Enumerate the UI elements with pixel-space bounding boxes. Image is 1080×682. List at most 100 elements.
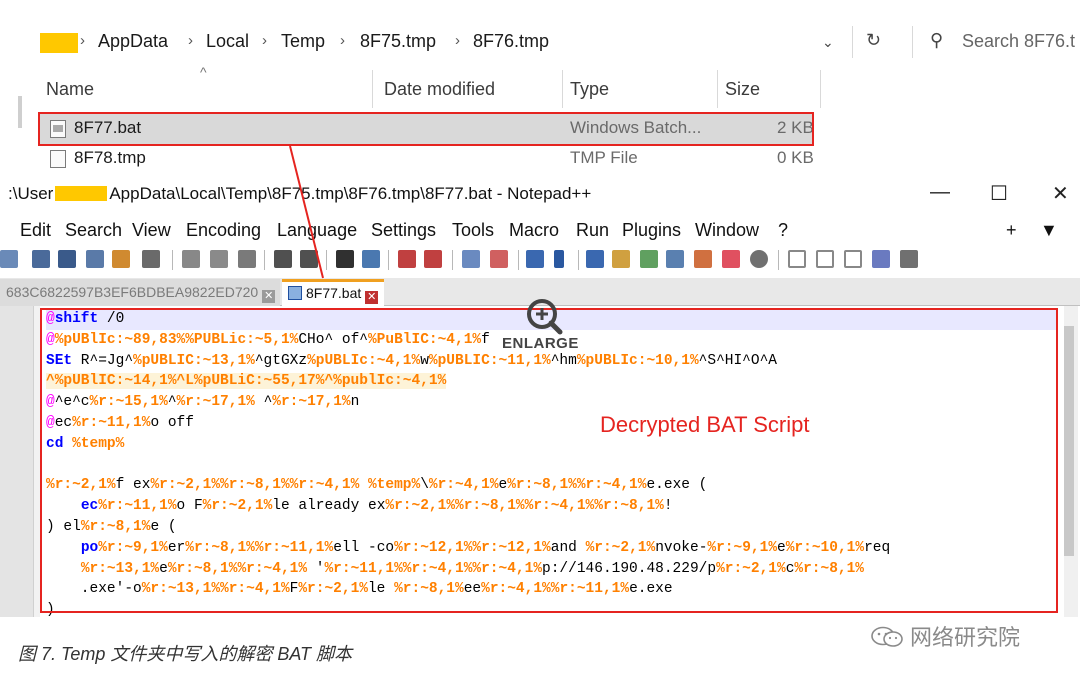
minimize-button[interactable]: — [930, 181, 950, 204]
window-title: :\User AppData\Local\Temp\8F75.tmp\8F76.t… [8, 184, 591, 204]
close-button[interactable]: ✕ [1052, 181, 1069, 206]
paste-icon[interactable] [238, 250, 256, 268]
close-tab-icon[interactable]: ✕ [365, 291, 379, 304]
find-icon[interactable] [336, 250, 354, 268]
enlarge-label[interactable]: ENLARGE [502, 335, 579, 352]
file-icon [50, 150, 66, 168]
figure-caption: 图 7. Temp 文件夹中写入的解密 BAT 脚本 [18, 644, 353, 664]
divider [912, 26, 913, 58]
wechat-icon [871, 626, 903, 647]
column-date-modified[interactable]: Date modified [384, 79, 495, 100]
divider [717, 70, 718, 108]
menu-edit[interactable]: Edit [20, 220, 51, 241]
menu-help[interactable]: ? [778, 220, 788, 241]
vertical-scrollbar[interactable] [1064, 306, 1078, 617]
indent-guide-icon[interactable] [586, 250, 604, 268]
menu-language[interactable]: Language [277, 220, 357, 241]
word-wrap-icon[interactable] [526, 250, 544, 268]
file-explorer-window: › AppData › Local › Temp › 8F75.tmp › 8F… [0, 0, 1080, 172]
nav-scrollbar[interactable] [18, 96, 22, 128]
close-file-icon[interactable] [112, 250, 130, 268]
search-input[interactable]: Search 8F76.t [962, 31, 1075, 52]
divider [518, 250, 519, 270]
refresh-icon[interactable]: ↻ [866, 30, 881, 51]
chevron-down-icon[interactable]: ⌄ [822, 34, 834, 51]
watermark-text: 网络研究院 [910, 625, 1021, 650]
sync-vertical-icon[interactable] [462, 250, 480, 268]
run-macro-multiple-icon[interactable] [872, 250, 890, 268]
menu-search[interactable]: Search [65, 220, 122, 241]
redacted-username [55, 186, 108, 201]
menu-tools[interactable]: Tools [452, 220, 494, 241]
open-file-icon[interactable] [32, 250, 50, 268]
divider [778, 250, 779, 270]
new-file-icon[interactable] [0, 250, 18, 268]
menu-macro[interactable]: Macro [509, 220, 559, 241]
show-all-chars-icon[interactable] [554, 250, 564, 268]
tab-8f77-bat[interactable]: 8F77.bat ✕ [282, 279, 384, 306]
breadcrumb-8f75[interactable]: 8F75.tmp [360, 31, 436, 52]
column-name[interactable]: Name [46, 79, 94, 100]
zoom-out-icon[interactable] [424, 250, 442, 268]
breadcrumb-local[interactable]: Local [206, 31, 249, 52]
tab-inactive-file[interactable]: 683C6822597B3EF6BDBEA9822ED720 ✕ [0, 279, 280, 306]
redo-icon[interactable] [300, 250, 318, 268]
save-icon[interactable] [58, 250, 76, 268]
redacted-path-segment [40, 33, 78, 53]
function-list-icon[interactable] [666, 250, 684, 268]
column-type[interactable]: Type [570, 79, 609, 100]
chevron-right-icon: › [262, 32, 267, 49]
scrollbar-thumb[interactable] [1064, 326, 1074, 556]
breadcrumb-8f76[interactable]: 8F76.tmp [473, 31, 549, 52]
menu-encoding[interactable]: Encoding [186, 220, 261, 241]
folder-icon[interactable] [722, 250, 740, 268]
divider [562, 70, 563, 108]
close-tab-icon[interactable]: ✕ [262, 290, 276, 303]
cut-icon[interactable] [182, 250, 200, 268]
address-bar[interactable]: › AppData › Local › Temp › 8F75.tmp › 8F… [0, 22, 1080, 62]
doc-map-icon[interactable] [640, 250, 658, 268]
print-icon[interactable] [142, 250, 160, 268]
copy-icon[interactable] [210, 250, 228, 268]
divider [172, 250, 173, 270]
breadcrumb-appdata[interactable]: AppData [98, 31, 168, 52]
save-macro-icon[interactable] [900, 250, 918, 268]
divider [820, 70, 821, 108]
divider [264, 250, 265, 270]
fold-margin[interactable] [33, 306, 40, 617]
divider [852, 26, 853, 58]
chevron-right-icon: › [188, 32, 193, 49]
breadcrumb-temp[interactable]: Temp [281, 31, 325, 52]
monitoring-icon[interactable] [750, 250, 768, 268]
column-size[interactable]: Size [725, 79, 760, 100]
tab-list-button[interactable]: ▼ [1040, 220, 1058, 241]
divider [326, 250, 327, 270]
title-bar[interactable]: :\User AppData\Local\Temp\8F75.tmp\8F76.t… [0, 175, 1080, 213]
menu-plugins[interactable]: Plugins [622, 220, 681, 241]
menu-window[interactable]: Window [695, 220, 759, 241]
record-macro-icon[interactable] [788, 250, 806, 268]
replace-icon[interactable] [362, 250, 380, 268]
zoom-in-icon[interactable] [398, 250, 416, 268]
stop-macro-icon[interactable] [816, 250, 834, 268]
sync-horizontal-icon[interactable] [490, 250, 508, 268]
chevron-right-icon: › [455, 32, 460, 49]
menu-view[interactable]: View [132, 220, 171, 241]
search-icon: ⚲ [930, 30, 944, 50]
new-tab-button[interactable]: + [1006, 220, 1017, 241]
tab-label: 683C6822597B3EF6BDBEA9822ED720 [6, 284, 259, 300]
divider [388, 250, 389, 270]
divider [578, 250, 579, 270]
file-row-8f78-tmp[interactable]: 8F78.tmp TMP File 0 KB [40, 144, 814, 174]
divider [372, 70, 373, 108]
undo-icon[interactable] [274, 250, 292, 268]
watermark: 网络研究院 [870, 620, 1020, 652]
menu-run[interactable]: Run [576, 220, 609, 241]
save-all-icon[interactable] [86, 250, 104, 268]
udl-icon[interactable] [612, 250, 630, 268]
highlight-selected-file-box [38, 112, 814, 146]
maximize-button[interactable]: ☐ [990, 181, 1008, 206]
play-macro-icon[interactable] [844, 250, 862, 268]
menu-settings[interactable]: Settings [371, 220, 436, 241]
folder-workspace-icon[interactable] [694, 250, 712, 268]
